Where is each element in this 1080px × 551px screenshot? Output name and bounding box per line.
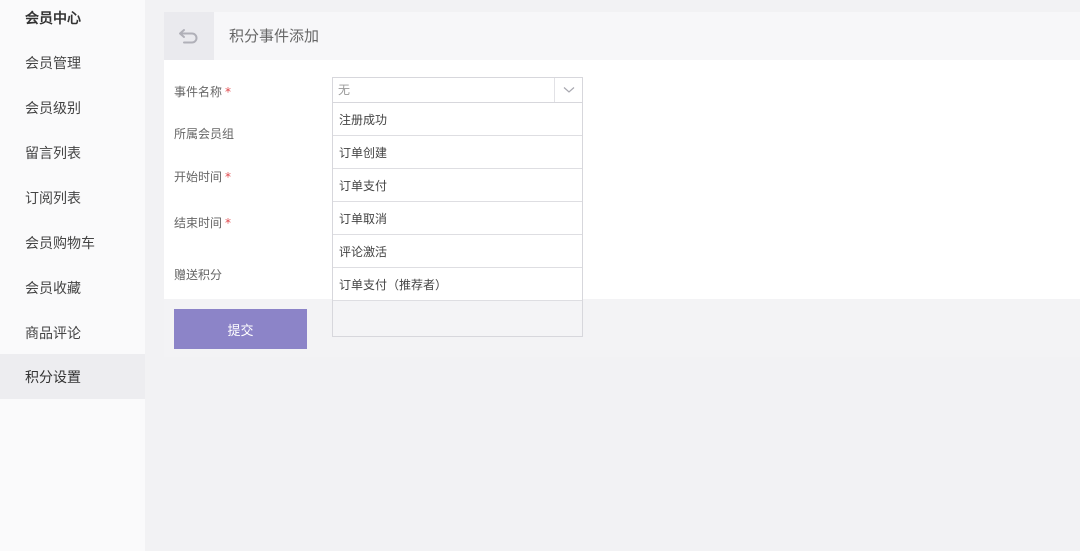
event-name-label: 事件名称 * <box>174 85 232 99</box>
start-time-label: 开始时间 * <box>174 170 232 184</box>
sidebar-item-member-favorites[interactable]: 会员收藏 <box>0 265 145 310</box>
sidebar-item-messages[interactable]: 留言列表 <box>0 130 145 175</box>
dropdown-option[interactable]: 订单创建 <box>333 136 582 169</box>
sidebar-item-subscriptions[interactable]: 订阅列表 <box>0 175 145 220</box>
dropdown-option[interactable]: 注册成功 <box>333 103 582 136</box>
sidebar: 会员中心 会员管理 会员级别 留言列表 订阅列表 会员购物车 会员收藏 商品评论… <box>0 0 145 551</box>
required-mark: * <box>225 85 232 99</box>
event-name-select-value: 无 <box>338 83 351 97</box>
dropdown-option[interactable]: 评论激活 <box>333 235 582 268</box>
sidebar-item-label: 留言列表 <box>25 145 81 162</box>
sidebar-item-label: 会员管理 <box>25 55 81 72</box>
back-button[interactable] <box>164 12 214 60</box>
page-title: 积分事件添加 <box>229 27 320 45</box>
sidebar-item-member-management[interactable]: 会员管理 <box>0 40 145 85</box>
main-panel: 积分事件添加 事件名称 * 所属会员组 开始时间 * 结束时间 * 赠送积分 提交 <box>164 12 1080 357</box>
sidebar-item-member-levels[interactable]: 会员级别 <box>0 85 145 130</box>
event-name-select[interactable]: 无 <box>332 77 583 103</box>
sidebar-item-label: 会员收藏 <box>25 280 81 297</box>
sidebar-item-label: 商品评论 <box>25 325 81 342</box>
required-mark: * <box>225 170 232 184</box>
sidebar-item-member-cart[interactable]: 会员购物车 <box>0 220 145 265</box>
sidebar-item-label: 订阅列表 <box>25 190 81 207</box>
sidebar-item-label: 会员购物车 <box>25 235 95 252</box>
page-header: 积分事件添加 <box>164 12 1080 60</box>
dropdown-option[interactable]: 订单支付（推荐者） <box>333 268 582 301</box>
chevron-down-icon[interactable] <box>554 78 582 102</box>
required-mark: * <box>225 216 232 230</box>
bonus-points-label: 赠送积分 <box>174 268 223 282</box>
member-group-label: 所属会员组 <box>174 127 235 141</box>
sidebar-item-label: 积分设置 <box>25 369 81 386</box>
submit-button[interactable]: 提交 <box>174 309 307 349</box>
dropdown-option[interactable]: 订单取消 <box>333 202 582 235</box>
end-time-label: 结束时间 * <box>174 216 232 230</box>
back-arrow-icon <box>179 29 198 44</box>
sidebar-title: 会员中心 <box>25 11 81 27</box>
sidebar-item-product-reviews[interactable]: 商品评论 <box>0 310 145 355</box>
sidebar-item-points-settings[interactable]: 积分设置 <box>0 354 145 399</box>
sidebar-item-label: 会员级别 <box>25 100 81 117</box>
dropdown-option[interactable]: 订单支付 <box>333 169 582 202</box>
event-name-dropdown: 注册成功 订单创建 订单支付 订单取消 评论激活 订单支付（推荐者） <box>332 103 583 337</box>
